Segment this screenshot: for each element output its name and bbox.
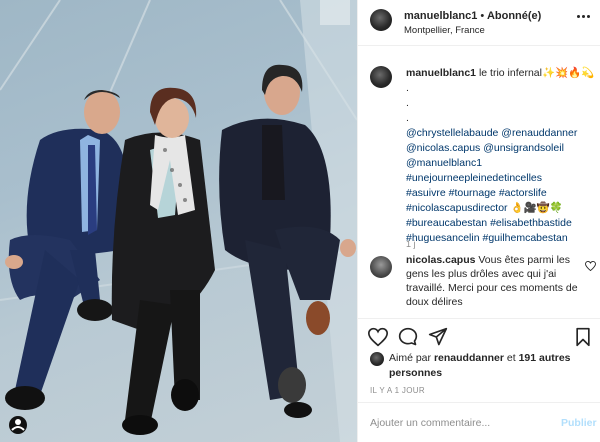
comment-text-block: nicolas.capus Vous êtes parmi les gens l… [406, 253, 578, 309]
caption-dot: . [406, 112, 409, 124]
comment-like-icon[interactable] [585, 261, 596, 271]
follow-status-button[interactable]: Abonné(e) [487, 10, 541, 22]
author-username[interactable]: manuelblanc1 [404, 10, 477, 22]
caption-tags: @chrystellelabaude @renauddanner @nicola… [406, 126, 596, 246]
heart-icon[interactable] [368, 327, 388, 347]
post-location[interactable]: Montpellier, France [404, 25, 485, 36]
tag-line[interactable]: #nicolascapusdirector 👌🎥🤠🍀 [406, 201, 596, 216]
tag-line[interactable]: @nicolas.capus @unsigrandsoleil [406, 141, 596, 156]
comment-bar: Ajouter un commentaire... Publier [358, 402, 600, 442]
more-icon[interactable] [576, 11, 592, 23]
author-line: manuelblanc1 • Abonné(e) [404, 10, 541, 22]
likes-conj: et [506, 352, 516, 364]
post-timestamp[interactable]: IL Y A 1 JOUR [370, 386, 425, 395]
caption-text: le trio infernal✨💥🔥💫 [478, 67, 595, 79]
caption-text-block: manuelblanc1 le trio infernal✨💥🔥💫 . . . … [406, 66, 596, 246]
action-bar [358, 318, 600, 352]
caption-dot: . [406, 97, 409, 109]
person-left [5, 90, 129, 410]
likes-prefix: Aimé par [389, 352, 432, 364]
author-avatar[interactable] [370, 9, 392, 31]
post-header: manuelblanc1 • Abonné(e) Montpellier, Fr… [358, 0, 600, 46]
liker-avatar[interactable] [370, 352, 384, 366]
post-comment-button[interactable]: Publier [561, 417, 597, 429]
bookmark-icon[interactable] [573, 327, 593, 347]
tag-line[interactable]: @chrystellelabaude @renauddanner [406, 126, 596, 141]
tag-line[interactable]: #huguesancelin #guilhemcabestan [406, 231, 596, 246]
person-middle [111, 87, 215, 435]
post-photo[interactable] [0, 0, 357, 442]
photo-illustration [0, 0, 357, 442]
caption-avatar[interactable] [370, 66, 392, 88]
separator-dot: • [480, 10, 485, 22]
tag-line[interactable]: #unejourneepleinedetincelles [406, 171, 596, 186]
post-details-panel: manuelblanc1 • Abonné(e) Montpellier, Fr… [357, 0, 600, 442]
share-icon[interactable] [428, 327, 448, 347]
liker-username[interactable]: renauddanner [434, 352, 504, 364]
caption-dot: . [406, 82, 409, 94]
commenter-username[interactable]: nicolas.capus [406, 254, 475, 266]
likes-text: Aimé par renauddanner et 191 autres pers… [389, 351, 595, 381]
commenter-avatar[interactable] [370, 256, 392, 278]
caption-username[interactable]: manuelblanc1 [406, 67, 476, 79]
tag-line[interactable]: #bureaucabestan #elisabethbastide [406, 216, 596, 231]
caption-time[interactable]: 1 j [406, 239, 416, 249]
comment-icon[interactable] [398, 327, 418, 347]
comment-input[interactable]: Ajouter un commentaire... [370, 417, 540, 429]
tag-line[interactable]: @manuelblanc1 [406, 156, 596, 171]
tag-line[interactable]: #asuivre #tournage #actorslife [406, 186, 596, 201]
